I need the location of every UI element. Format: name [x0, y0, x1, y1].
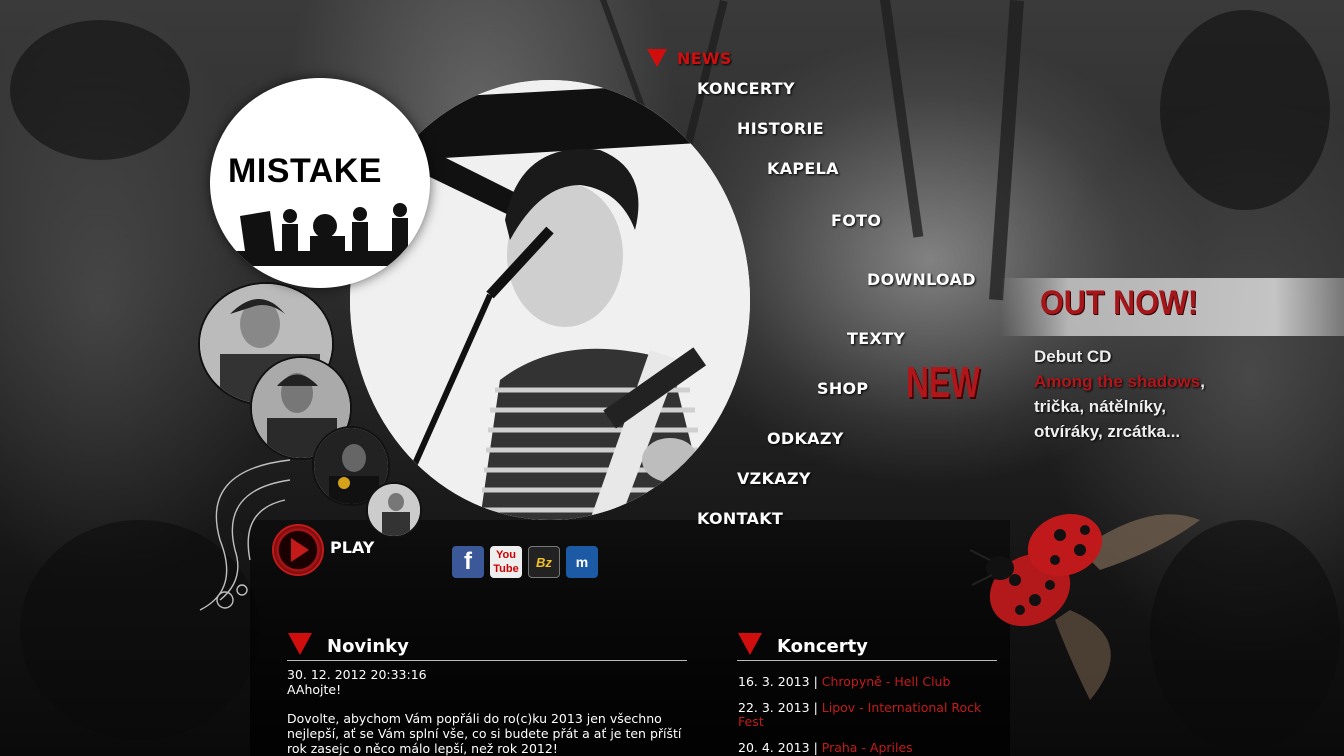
play-button[interactable] [272, 524, 324, 576]
out-now-text[interactable]: OUT NOW! [1040, 284, 1198, 323]
youtube-icon[interactable]: You Tube [490, 546, 522, 578]
myspace-icon[interactable]: m [566, 546, 598, 578]
nav-texty[interactable]: TEXTY [847, 329, 905, 348]
concert-date: 20. 4. 2013 [738, 740, 810, 755]
promo-text[interactable]: Debut CD Among the shadows, trička, nátě… [1034, 344, 1205, 444]
promo-line-4: otvíráky, zrcátka... [1034, 422, 1181, 441]
nav-koncerty[interactable]: KONCERTY [697, 79, 795, 98]
play-label[interactable]: PLAY [330, 538, 374, 557]
concert-separator: | [813, 674, 818, 689]
shop-new-badge: NEW [906, 358, 980, 407]
facebook-icon[interactable]: f [452, 546, 484, 578]
nav-download[interactable]: DOWNLOAD [867, 270, 976, 289]
bandzone-icon[interactable]: Bz [528, 546, 560, 578]
promo-comma: , [1200, 372, 1205, 391]
concert-row[interactable]: 22. 3. 2013 | Lipov - International Rock… [738, 701, 998, 729]
band-silhouette [230, 203, 420, 266]
concert-separator: | [813, 700, 818, 715]
concert-row[interactable]: 16. 3. 2013 | Chropyně - Hell Club [738, 675, 998, 689]
nav-kontakt[interactable]: KONTAKT [697, 509, 783, 528]
concert-place-link[interactable]: Praha - Apriles [822, 740, 913, 755]
news-panel-divider [287, 660, 687, 661]
concerts-panel-title: Koncerty [777, 636, 868, 657]
grunge-splat [10, 20, 190, 160]
news-entry: 30. 12. 2012 20:33:16 AAhojte! Dovolte, … [287, 667, 689, 756]
nav-news[interactable]: NEWS [677, 49, 732, 68]
nav-vzkazy[interactable]: VZKAZY [737, 469, 811, 488]
nav-kapela[interactable]: KAPELA [767, 159, 839, 178]
nav-historie[interactable]: HISTORIE [737, 119, 824, 138]
nav-foto[interactable]: FOTO [831, 211, 881, 230]
nav-shop[interactable]: SHOP [817, 379, 868, 398]
concerts-panel-arrow-icon [738, 633, 762, 655]
promo-album-title: Among the shadows [1034, 372, 1201, 391]
news-greeting: AAhojte! [287, 682, 342, 697]
news-panel-title: Novinky [327, 636, 409, 657]
grunge-splat [1160, 10, 1330, 210]
ladybug-illustration [969, 513, 1200, 700]
promo-line-1: Debut CD [1034, 347, 1112, 366]
concert-place-link[interactable]: Chropyně - Hell Club [822, 674, 951, 689]
news-body: Dovolte, abychom Vám popřáli do ro(c)ku … [287, 711, 682, 756]
member-photo-4-image [368, 484, 420, 536]
promo-line-3: trička, nátělníky, [1034, 397, 1166, 416]
concerts-panel-divider [737, 660, 997, 661]
play-icon [291, 538, 309, 562]
concert-separator: | [813, 740, 818, 755]
concert-date: 22. 3. 2013 [738, 700, 810, 715]
concert-row[interactable]: 20. 4. 2013 | Praha - Apriles [738, 741, 998, 755]
news-arrow-icon [647, 49, 667, 67]
promo-line-2: Among the shadows, [1034, 369, 1205, 394]
member-photo-4 [366, 482, 422, 538]
band-logo[interactable]: MISTAKE [210, 78, 430, 288]
news-panel-arrow-icon [288, 633, 312, 655]
band-logo-text: MISTAKE [228, 152, 382, 190]
concert-date: 16. 3. 2013 [738, 674, 810, 689]
nav-odkazy[interactable]: ODKAZY [767, 429, 844, 448]
news-spacer [287, 697, 689, 711]
news-date: 30. 12. 2012 20:33:16 [287, 667, 427, 682]
